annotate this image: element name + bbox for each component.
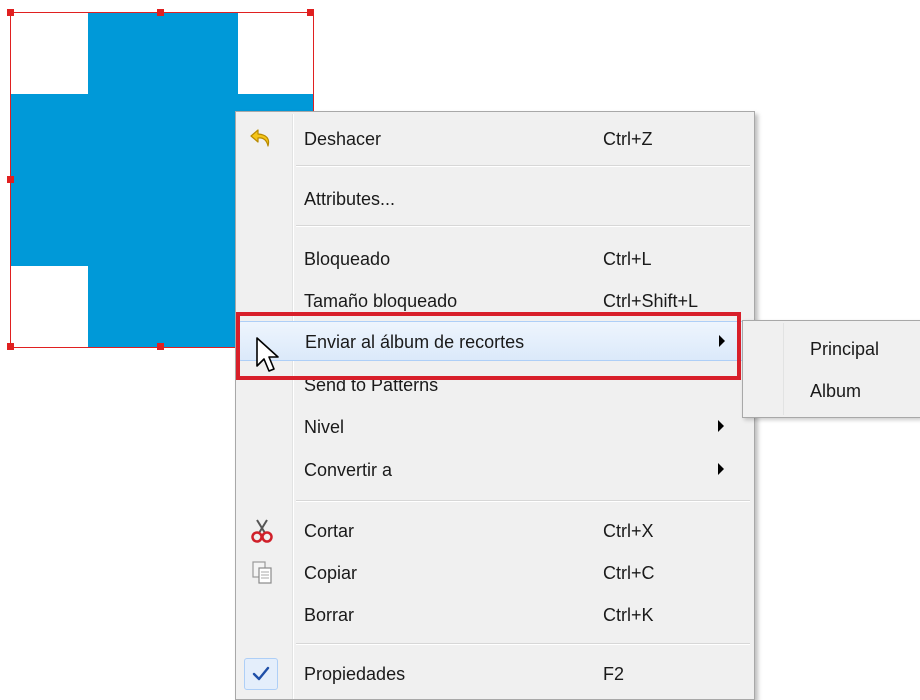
menu-item-label: Propiedades [304,664,406,684]
menu-item-bloqueado[interactable]: Bloqueado Ctrl+L [238,240,752,278]
menu-item-label: Convertir a [304,460,393,480]
menu-item-shortcut: F2 [603,664,625,684]
menu-item-shortcut: Ctrl+Z [603,129,653,149]
menu-item-copiar[interactable]: Copiar Ctrl+C [238,554,752,592]
submenu-item-principal[interactable]: Principal [810,339,879,360]
resize-handle-top[interactable] [157,9,164,16]
menu-item-label: Nivel [304,417,345,437]
menu-item-shortcut: Ctrl+C [603,563,655,583]
menu-separator [296,225,750,227]
submenu-arrow-icon [718,420,724,432]
submenu-arrow-icon [718,463,724,475]
menu-item-label: Borrar [304,605,355,625]
menu-item-shortcut: Ctrl+K [603,605,654,625]
menu-item-propiedades[interactable]: Propiedades F2 [238,655,752,693]
submenu-album: Principal Album [742,320,920,418]
menu-item-attributes[interactable]: Attributes... [238,180,752,218]
menu-item-label: Copiar [304,563,358,583]
menu-item-cortar[interactable]: Cortar Ctrl+X [238,512,752,550]
menu-item-label: Tamaño bloqueado [304,291,458,311]
menu-item-convertir-a[interactable]: Convertir a [238,451,752,489]
menu-item-shortcut: Ctrl+Shift+L [603,291,699,311]
resize-handle-left[interactable] [7,176,14,183]
menu-item-label: Cortar [304,521,355,541]
menu-item-deshacer[interactable]: Deshacer Ctrl+Z [238,120,752,158]
menu-separator [296,643,750,645]
copy-icon [242,559,282,587]
menu-item-shortcut: Ctrl+L [603,249,652,269]
menu-item-label: Attributes... [304,189,396,209]
checkmark-icon [244,658,278,690]
submenu-item-album[interactable]: Album [810,381,861,402]
undo-icon [242,125,282,153]
menu-item-label: Deshacer [304,129,382,149]
menu-separator [296,500,750,502]
submenu-gutter [783,323,784,415]
mouse-cursor-icon [255,336,281,379]
resize-handle-bottom[interactable] [157,343,164,350]
menu-item-label: Bloqueado [304,249,391,269]
menu-item-nivel[interactable]: Nivel [238,408,752,446]
menu-separator [296,165,750,167]
annotation-highlight-box [236,312,741,380]
resize-handle-bottom-left[interactable] [7,343,14,350]
resize-handle-top-left[interactable] [7,9,14,16]
scissors-icon [242,517,282,545]
resize-handle-top-right[interactable] [307,9,314,16]
menu-item-borrar[interactable]: Borrar Ctrl+K [238,596,752,634]
context-menu: Deshacer Ctrl+Z Attributes... Bloqueado … [235,111,755,700]
menu-item-shortcut: Ctrl+X [603,521,654,541]
